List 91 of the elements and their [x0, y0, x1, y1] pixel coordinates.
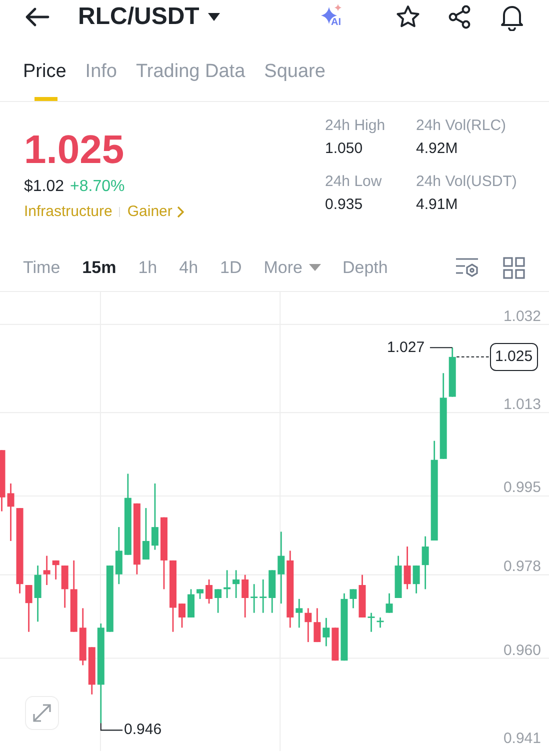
indicator-settings-icon[interactable] [454, 256, 480, 280]
candle [88, 647, 96, 694]
candle [188, 589, 194, 618]
leader-line [100, 723, 123, 731]
candle [151, 483, 158, 550]
star-icon[interactable] [395, 4, 421, 30]
candle [232, 570, 240, 598]
pair-selector[interactable]: RLC/USDT [78, 3, 222, 31]
interval-tab[interactable]: 1D [220, 258, 242, 278]
axis-label: 0.941 [503, 730, 541, 748]
candle [332, 628, 339, 661]
interval-tab[interactable]: 1h [138, 258, 158, 278]
candle [242, 574, 249, 618]
candle [178, 604, 186, 628]
ai-assistant-button[interactable]: AI [317, 3, 347, 31]
candle [70, 560, 78, 632]
candle [61, 566, 68, 608]
candle [115, 527, 122, 584]
axis-label: 0.960 [503, 642, 541, 660]
back-icon[interactable] [24, 7, 50, 27]
stat-label: 24h Low [325, 172, 383, 192]
candle [404, 546, 411, 590]
candle [350, 589, 357, 608]
axis-label: 0.978 [503, 558, 541, 576]
interval-tab[interactable]: 4h [179, 258, 198, 278]
tag-link[interactable]: Infrastructure [24, 203, 112, 220]
candle [250, 584, 258, 613]
price-line [456, 356, 490, 358]
candle [34, 566, 42, 622]
stat-label: 24h Vol(USDT) [416, 172, 518, 192]
candle [106, 566, 114, 632]
interval-tab[interactable]: Time [23, 258, 60, 278]
candle [376, 617, 384, 628]
candle [268, 570, 276, 613]
tab[interactable]: Square [264, 57, 326, 101]
candle [206, 579, 213, 604]
bell-icon[interactable] [499, 3, 525, 31]
stat-value: 4.91M [416, 195, 459, 215]
stat-label: 24h Vol(RLC) [416, 116, 508, 136]
tag-link[interactable]: Gainer [127, 203, 186, 220]
candle [169, 560, 176, 632]
interval-tab[interactable]: Depth [342, 258, 388, 278]
expand-icon[interactable] [25, 696, 59, 730]
stat-label: 24h High [325, 116, 386, 136]
price-change: +8.70% [70, 178, 125, 196]
caret-icon [207, 12, 222, 22]
candle [422, 536, 429, 590]
last-price: 1.025 [24, 127, 126, 173]
candle [142, 508, 150, 560]
candle [0, 450, 6, 512]
grid-icon[interactable] [502, 256, 526, 280]
candle [296, 598, 303, 628]
candle [133, 503, 140, 574]
axis-label: 1.032 [503, 308, 541, 326]
price-marker: 0.946 [124, 721, 162, 740]
candle [322, 618, 330, 646]
axis-label: 1.013 [503, 396, 541, 414]
leader-line [430, 347, 452, 348]
price-marker: 1.027 [387, 338, 425, 357]
axis-label: 0.995 [503, 479, 541, 498]
candle [224, 570, 231, 598]
tab[interactable]: Trading Data [136, 57, 246, 101]
candle [52, 560, 60, 580]
candle [368, 612, 375, 632]
candle [43, 556, 50, 586]
tab[interactable]: Price [23, 57, 66, 101]
candle [412, 566, 420, 594]
tab[interactable]: Info [85, 57, 117, 101]
candle [25, 585, 32, 632]
stat-value: 0.935 [325, 195, 364, 215]
candle [448, 348, 456, 397]
candle [340, 593, 348, 661]
caret-icon [308, 263, 320, 272]
chevron-icon [176, 204, 186, 218]
candle [304, 608, 312, 642]
candle [260, 579, 267, 613]
interval-tab[interactable]: More [264, 258, 320, 278]
usd-price: $1.02 [24, 178, 64, 196]
candle [196, 589, 204, 599]
candle [386, 593, 393, 613]
candle [394, 556, 402, 598]
candle [79, 608, 86, 666]
share-icon[interactable] [447, 4, 473, 30]
candle [358, 574, 366, 618]
interval-tab[interactable]: 15m [82, 258, 116, 278]
stat-value: 4.92M [416, 139, 459, 159]
candle [314, 608, 321, 642]
candle [7, 483, 14, 541]
stat-value: 1.050 [325, 139, 364, 159]
current-price-tag: 1.025 [490, 342, 538, 371]
candle [214, 589, 222, 613]
